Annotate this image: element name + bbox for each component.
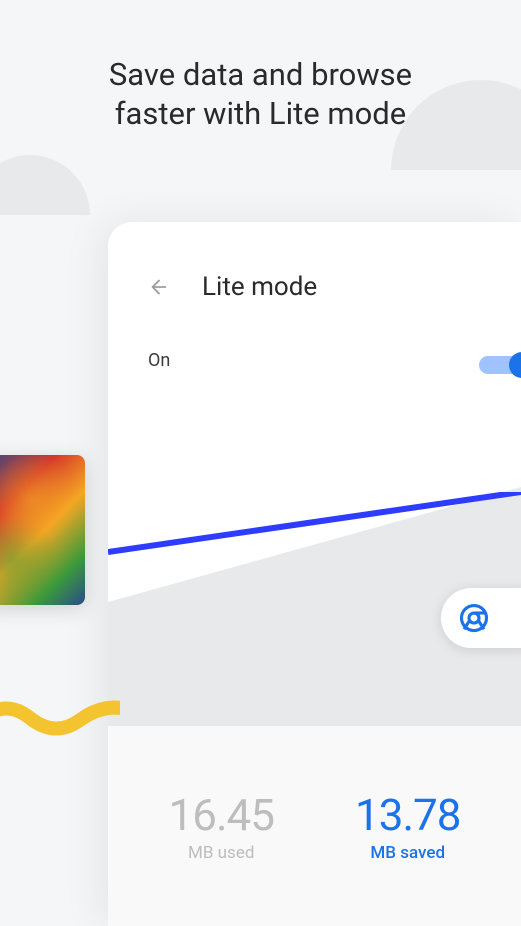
page-heading: Save data and browse faster with Lite mo… bbox=[0, 56, 521, 134]
cloud-decoration-left bbox=[0, 155, 90, 215]
stat-mb-saved: 13.78 MB saved bbox=[355, 789, 461, 863]
mb-used-label: MB used bbox=[168, 843, 274, 863]
heading-line-2: faster with Lite mode bbox=[115, 95, 406, 132]
stat-mb-used: 16.45 MB used bbox=[168, 789, 274, 863]
mb-saved-value: 13.78 bbox=[355, 789, 461, 841]
card-title: Lite mode bbox=[202, 272, 317, 302]
chrome-badge bbox=[441, 588, 521, 648]
lite-mode-toggle[interactable] bbox=[479, 352, 521, 370]
mb-saved-label: MB saved bbox=[355, 843, 461, 863]
yellow-wave-decoration bbox=[0, 690, 120, 750]
chrome-icon bbox=[459, 603, 489, 633]
back-arrow-icon[interactable] bbox=[148, 276, 170, 298]
lite-mode-card: Lite mode On 16.45 MB used 13.78 MB save… bbox=[108, 222, 521, 926]
toggle-row: On bbox=[108, 302, 521, 371]
decorative-image bbox=[0, 455, 85, 605]
card-header: Lite mode bbox=[108, 222, 521, 302]
mb-used-value: 16.45 bbox=[168, 789, 274, 841]
toggle-label: On bbox=[148, 350, 170, 371]
stats-row: 16.45 MB used 13.78 MB saved bbox=[108, 726, 521, 926]
heading-line-1: Save data and browse bbox=[109, 56, 412, 93]
